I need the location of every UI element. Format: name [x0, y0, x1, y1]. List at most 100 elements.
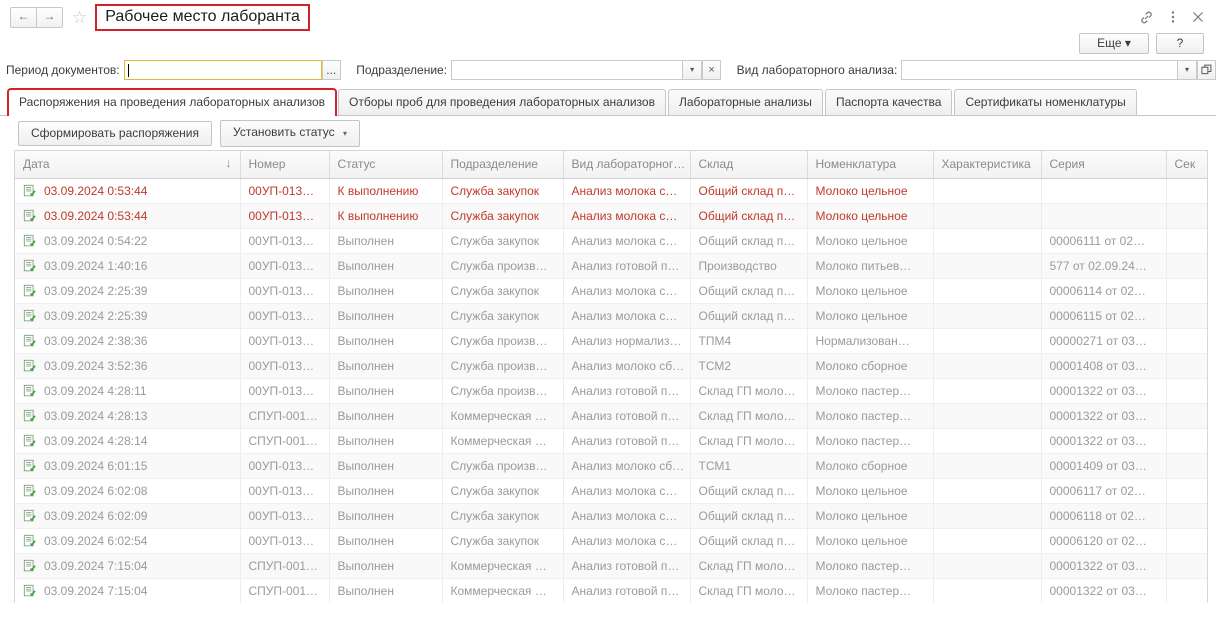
table-row[interactable]: 03.09.2024 0:54:22 00УП-013… Выполнен Служб… — [15, 228, 1208, 254]
document-check-icon — [23, 484, 37, 498]
cell-date: 03.09.2024 6:02:09 — [15, 503, 241, 529]
cell-number: 00УП-013… — [240, 503, 330, 529]
department-clear-icon[interactable]: × — [702, 60, 722, 80]
table-row[interactable]: 03.09.2024 7:15:04 СПУП-001… Выполнен Комме… — [15, 553, 1208, 579]
cell-status: Выполнен — [329, 353, 443, 379]
cell-number: 00УП-013… — [240, 203, 330, 229]
set-status-label: Установить статус — [233, 124, 335, 139]
column-header-nomenclature[interactable]: Номенклатура — [807, 151, 934, 179]
cell-number: 00УП-013… — [240, 303, 330, 329]
orders-table: Дата ↓ Номер Статус Подразделение Вид ла… — [15, 151, 1208, 603]
department-dropdown-icon[interactable]: ▾ — [683, 60, 703, 80]
column-header-sector[interactable]: Сек — [1166, 151, 1208, 179]
tab-quality-passports[interactable]: Паспорта качества — [824, 89, 953, 115]
cell-number: СПУП-001… — [240, 403, 330, 429]
cell-department: Служба произв… — [442, 378, 564, 404]
cell-series: 00001322 от 03… — [1041, 403, 1167, 429]
help-button[interactable]: ? — [1156, 32, 1204, 54]
create-orders-button[interactable]: Сформировать распоряжения — [18, 120, 213, 146]
table-row[interactable]: 03.09.2024 4:28:11 00УП-013… Выполнен Служб… — [15, 378, 1208, 404]
table-row[interactable]: 03.09.2024 0:53:44 00УП-013… К выполнению С… — [15, 203, 1208, 229]
department-input[interactable] — [451, 60, 684, 80]
cell-number: 00УП-013… — [240, 528, 330, 554]
tab-lab-analyses[interactable]: Лабораторные анализы — [667, 89, 823, 115]
column-header-warehouse[interactable]: Склад — [690, 151, 808, 179]
table-row[interactable]: 03.09.2024 0:53:44 00УП-013… К выполнению С… — [15, 178, 1208, 204]
cell-date: 03.09.2024 0:53:44 — [15, 203, 241, 229]
page-title-highlight: Рабочее место лаборанта — [95, 3, 310, 31]
cell-status: Выполнен — [329, 453, 443, 479]
document-check-icon — [23, 334, 37, 348]
more-button[interactable]: Еще ▾ — [1079, 32, 1149, 54]
cell-department: Служба закупок — [442, 178, 564, 204]
table-row[interactable]: 03.09.2024 6:02:09 00УП-013… Выполнен Служб… — [15, 503, 1208, 529]
analysis-type-dropdown-icon[interactable]: ▾ — [1178, 60, 1197, 80]
cell-series — [1041, 178, 1167, 204]
table-row[interactable]: 03.09.2024 2:38:36 00УП-013… Выполнен Служб… — [15, 328, 1208, 354]
cell-nomenclature: Молоко пастер… — [807, 428, 934, 454]
table-row[interactable]: 03.09.2024 6:02:54 00УП-013… Выполнен Служб… — [15, 528, 1208, 554]
analysis-type-label: Вид лабораторного анализа: — [736, 63, 898, 77]
table-row[interactable]: 03.09.2024 6:01:15 00УП-013… Выполнен Служб… — [15, 453, 1208, 479]
table-row[interactable]: 03.09.2024 3:52:36 00УП-013… Выполнен Служб… — [15, 353, 1208, 379]
column-header-number[interactable]: Номер — [240, 151, 330, 179]
cell-analysis-type: Анализ готовой п… — [563, 403, 691, 429]
cell-series: 00006115 от 02… — [1041, 303, 1167, 329]
period-input[interactable] — [123, 60, 322, 80]
table-row[interactable]: 03.09.2024 2:25:39 00УП-013… Выполнен Служб… — [15, 278, 1208, 304]
cell-date-text: 03.09.2024 4:28:13 — [44, 409, 148, 423]
cell-warehouse: Производство — [690, 253, 808, 279]
period-select-button[interactable]: ... — [321, 60, 341, 80]
link-icon[interactable] — [1139, 10, 1154, 25]
chevron-down-icon: ▾ — [1124, 35, 1131, 50]
forward-button[interactable]: → — [37, 6, 63, 28]
column-header-department[interactable]: Подразделение — [442, 151, 564, 179]
department-label: Подразделение: — [356, 63, 448, 77]
cell-sector — [1166, 403, 1208, 429]
analysis-type-input[interactable] — [901, 60, 1178, 80]
column-header-date[interactable]: Дата ↓ — [15, 151, 241, 179]
cell-characteristic — [933, 428, 1042, 454]
cell-nomenclature: Молоко цельное — [807, 228, 934, 254]
table-row[interactable]: 03.09.2024 7:15:04 СПУП-001… Выполнен Комме… — [15, 578, 1208, 603]
cell-status: Выполнен — [329, 303, 443, 329]
tab-orders[interactable]: Распоряжения на проведения лабораторных … — [8, 89, 337, 116]
command-bar: Сформировать распоряжения Установить ста… — [0, 116, 1216, 147]
column-header-analysis-type[interactable]: Вид лабораторног… — [563, 151, 691, 179]
cell-date-text: 03.09.2024 2:25:39 — [44, 309, 148, 323]
document-check-icon — [23, 459, 37, 473]
cell-number: СПУП-001… — [240, 428, 330, 454]
cell-series: 00006111 от 02… — [1041, 228, 1167, 254]
cell-analysis-type: Анализ молока с… — [563, 528, 691, 554]
document-check-icon — [23, 309, 37, 323]
table-row[interactable]: 03.09.2024 2:25:39 00УП-013… Выполнен Служб… — [15, 303, 1208, 329]
column-header-characteristic[interactable]: Характеристика — [933, 151, 1042, 179]
cell-department: Служба закупок — [442, 303, 564, 329]
table-row[interactable]: 03.09.2024 6:02:08 00УП-013… Выполнен Служб… — [15, 478, 1208, 504]
cell-date: 03.09.2024 7:15:04 — [15, 553, 241, 579]
favorite-star-icon[interactable]: ☆ — [72, 9, 87, 26]
cell-department: Коммерческая … — [442, 553, 564, 579]
cell-characteristic — [933, 253, 1042, 279]
kebab-menu-icon[interactable] — [1171, 10, 1175, 24]
cell-warehouse: ТСМ1 — [690, 453, 808, 479]
close-icon[interactable] — [1192, 11, 1204, 23]
tab-samples[interactable]: Отборы проб для проведения лабораторных … — [338, 89, 666, 115]
cell-warehouse: Общий склад п… — [690, 278, 808, 304]
table-row[interactable]: 03.09.2024 1:40:16 00УП-013… Выполнен Служб… — [15, 253, 1208, 279]
cell-warehouse: ТСМ2 — [690, 353, 808, 379]
table-row[interactable]: 03.09.2024 4:28:13 СПУП-001… Выполнен Комме… — [15, 403, 1208, 429]
column-header-series[interactable]: Серия — [1041, 151, 1167, 179]
cell-date: 03.09.2024 1:40:16 — [15, 253, 241, 279]
column-header-status[interactable]: Статус — [329, 151, 443, 179]
table-row[interactable]: 03.09.2024 4:28:14 СПУП-001… Выполнен Комме… — [15, 428, 1208, 454]
cell-characteristic — [933, 378, 1042, 404]
cell-characteristic — [933, 503, 1042, 529]
cell-number: 00УП-013… — [240, 178, 330, 204]
back-button[interactable]: ← — [10, 6, 37, 28]
analysis-type-open-icon[interactable] — [1197, 60, 1216, 80]
tab-nomenclature-certificates[interactable]: Сертификаты номенклатуры — [954, 89, 1137, 115]
set-status-button[interactable]: Установить статус ▾ — [220, 119, 360, 147]
cell-date-text: 03.09.2024 4:28:11 — [44, 384, 147, 398]
document-check-icon — [23, 259, 37, 273]
